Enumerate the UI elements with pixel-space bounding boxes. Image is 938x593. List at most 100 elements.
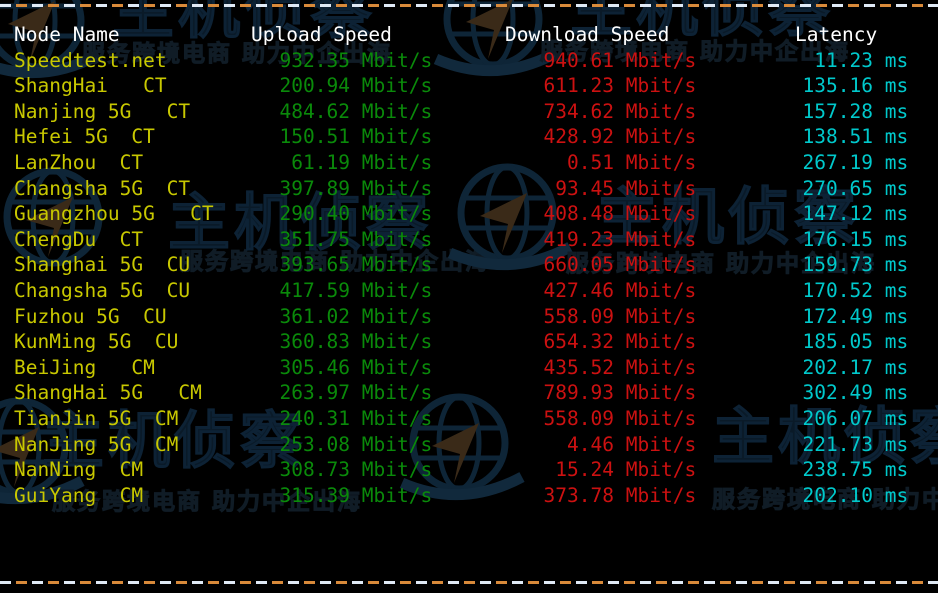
upload-unit: Mbit/s bbox=[350, 48, 433, 72]
upload-unit: Mbit/s bbox=[350, 227, 433, 251]
latency-unit: ms bbox=[873, 74, 909, 98]
download-value: 15.24 bbox=[555, 458, 614, 482]
latency-unit: ms bbox=[873, 483, 909, 507]
cell-latency: 238.75 ms bbox=[734, 457, 938, 483]
upload-value: 315.39 bbox=[279, 483, 350, 507]
table-row: GuiYang CM 315.39 Mbit/s 373.78 Mbit/s 202.… bbox=[0, 483, 938, 509]
latency-value: 221.73 bbox=[802, 432, 873, 456]
terminal-output: Node Name Upload Speed Download Speed La… bbox=[0, 0, 938, 593]
latency-value: 170.52 bbox=[802, 278, 873, 302]
cell-latency: 221.73 ms bbox=[734, 432, 938, 458]
table-header-row: Node Name Upload Speed Download Speed La… bbox=[0, 22, 938, 48]
download-value: 373.78 bbox=[543, 483, 614, 507]
upload-value: 308.73 bbox=[279, 458, 350, 482]
download-unit: Mbit/s bbox=[614, 304, 697, 328]
cell-download-speed: 611.23 Mbit/s bbox=[472, 73, 734, 99]
table-row: NanJing 5G CM 253.08 Mbit/s 4.46 Mbit/s 221… bbox=[0, 432, 938, 458]
upload-value: 253.08 bbox=[279, 432, 350, 456]
table-row: Hefei 5G CT 150.51 Mbit/s 428.92 Mbit/s 138… bbox=[0, 124, 938, 150]
latency-value: 147.12 bbox=[802, 202, 873, 226]
download-unit: Mbit/s bbox=[614, 150, 697, 174]
latency-value: 202.17 bbox=[802, 355, 873, 379]
download-unit: Mbit/s bbox=[614, 99, 697, 123]
upload-unit: Mbit/s bbox=[350, 432, 433, 456]
cell-latency: 202.17 ms bbox=[734, 355, 938, 381]
upload-value: 397.89 bbox=[279, 176, 350, 200]
table-row: Changsha 5G CT 397.89 Mbit/s 93.45 Mbit/s 2… bbox=[0, 176, 938, 202]
cell-download-speed: 940.61 Mbit/s bbox=[472, 48, 734, 74]
cell-node-name: TianJin 5G CM bbox=[14, 406, 179, 430]
download-value: 558.09 bbox=[543, 304, 614, 328]
cell-latency: 157.28 ms bbox=[734, 99, 938, 125]
download-unit: Mbit/s bbox=[614, 330, 697, 354]
upload-value: 932.35 bbox=[279, 48, 350, 72]
cell-latency: 206.07 ms bbox=[734, 406, 938, 432]
table-row: Guangzhou 5G CT 290.40 Mbit/s 408.48 Mbit/… bbox=[0, 201, 938, 227]
cell-node-name: Nanjing 5G CT bbox=[14, 99, 191, 123]
download-unit: Mbit/s bbox=[614, 125, 697, 149]
download-value: 419.23 bbox=[543, 227, 614, 251]
upload-unit: Mbit/s bbox=[350, 278, 433, 302]
upload-unit: Mbit/s bbox=[350, 253, 433, 277]
cell-node-name: GuiYang CM bbox=[14, 483, 144, 507]
divider-top bbox=[0, 4, 938, 7]
cell-upload-speed: 253.08 Mbit/s bbox=[232, 432, 472, 458]
cell-latency: 267.19 ms bbox=[734, 150, 938, 176]
download-unit: Mbit/s bbox=[614, 355, 697, 379]
download-unit: Mbit/s bbox=[614, 432, 697, 456]
cell-latency: 270.65 ms bbox=[734, 176, 938, 202]
cell-download-speed: 660.05 Mbit/s bbox=[472, 252, 734, 278]
cell-latency: 185.05 ms bbox=[734, 329, 938, 355]
cell-node-name: ChengDu CT bbox=[14, 227, 144, 251]
cell-download-speed: 789.93 Mbit/s bbox=[472, 380, 734, 406]
upload-value: 200.94 bbox=[279, 74, 350, 98]
cell-download-speed: 419.23 Mbit/s bbox=[472, 227, 734, 253]
download-unit: Mbit/s bbox=[614, 278, 697, 302]
speedtest-terminal-screenshot: 主机侦察 服务跨境电商 助力中企出海 主机侦察 服务跨境电商 助力中企出海 服务… bbox=[0, 0, 938, 593]
table-row: ShangHai 5G CM 263.97 Mbit/s 789.93 Mbit/s… bbox=[0, 380, 938, 406]
table-row: ShangHai CT 200.94 Mbit/s 611.23 Mbit/s 135… bbox=[0, 73, 938, 99]
cell-upload-speed: 308.73 Mbit/s bbox=[232, 457, 472, 483]
upload-unit: Mbit/s bbox=[350, 355, 433, 379]
latency-unit: ms bbox=[873, 99, 909, 123]
cell-node-name: Shanghai 5G CU bbox=[14, 253, 191, 277]
upload-value: 484.62 bbox=[279, 99, 350, 123]
latency-value: 11.23 bbox=[814, 48, 873, 72]
latency-unit: ms bbox=[873, 253, 909, 277]
latency-unit: ms bbox=[873, 458, 909, 482]
upload-value: 61.19 bbox=[291, 150, 350, 174]
cell-upload-speed: 393.65 Mbit/s bbox=[232, 252, 472, 278]
divider-bottom bbox=[0, 581, 938, 584]
latency-unit: ms bbox=[873, 304, 909, 328]
latency-unit: ms bbox=[873, 150, 909, 174]
latency-unit: ms bbox=[873, 406, 909, 430]
table-row: ChengDu CT 351.75 Mbit/s 419.23 Mbit/s 176.… bbox=[0, 227, 938, 253]
latency-value: 202.10 bbox=[802, 483, 873, 507]
cell-upload-speed: 315.39 Mbit/s bbox=[232, 483, 472, 509]
download-value: 558.09 bbox=[543, 406, 614, 430]
cell-node-name: Fuzhou 5G CU bbox=[14, 304, 167, 328]
latency-value: 302.49 bbox=[802, 381, 873, 405]
upload-value: 417.59 bbox=[279, 278, 350, 302]
download-value: 789.93 bbox=[543, 381, 614, 405]
column-header-upload-speed: Upload Speed bbox=[251, 23, 392, 46]
upload-value: 305.46 bbox=[279, 355, 350, 379]
cell-upload-speed: 484.62 Mbit/s bbox=[232, 99, 472, 125]
table-row: Fuzhou 5G CU 361.02 Mbit/s 558.09 Mbit/s 17… bbox=[0, 304, 938, 330]
cell-latency: 147.12 ms bbox=[734, 201, 938, 227]
upload-unit: Mbit/s bbox=[350, 330, 433, 354]
upload-value: 263.97 bbox=[279, 381, 350, 405]
cell-node-name: Speedtest.net bbox=[14, 48, 167, 72]
table-row: Speedtest.net 932.35 Mbit/s 940.61 Mbit/s 1… bbox=[0, 48, 938, 74]
table-row: KunMing 5G CU 360.83 Mbit/s 654.32 Mbit/s 1… bbox=[0, 329, 938, 355]
download-value: 93.45 bbox=[555, 176, 614, 200]
upload-unit: Mbit/s bbox=[350, 74, 433, 98]
cell-download-speed: 428.92 Mbit/s bbox=[472, 124, 734, 150]
cell-node-name: Hefei 5G CT bbox=[14, 125, 155, 149]
speedtest-results-table: Node Name Upload Speed Download Speed La… bbox=[0, 22, 938, 508]
table-row: BeiJing CM 305.46 Mbit/s 435.52 Mbit/s 202.… bbox=[0, 355, 938, 381]
latency-value: 159.73 bbox=[802, 253, 873, 277]
column-header-node-name: Node Name bbox=[14, 23, 120, 46]
cell-upload-speed: 150.51 Mbit/s bbox=[232, 124, 472, 150]
latency-unit: ms bbox=[873, 202, 909, 226]
